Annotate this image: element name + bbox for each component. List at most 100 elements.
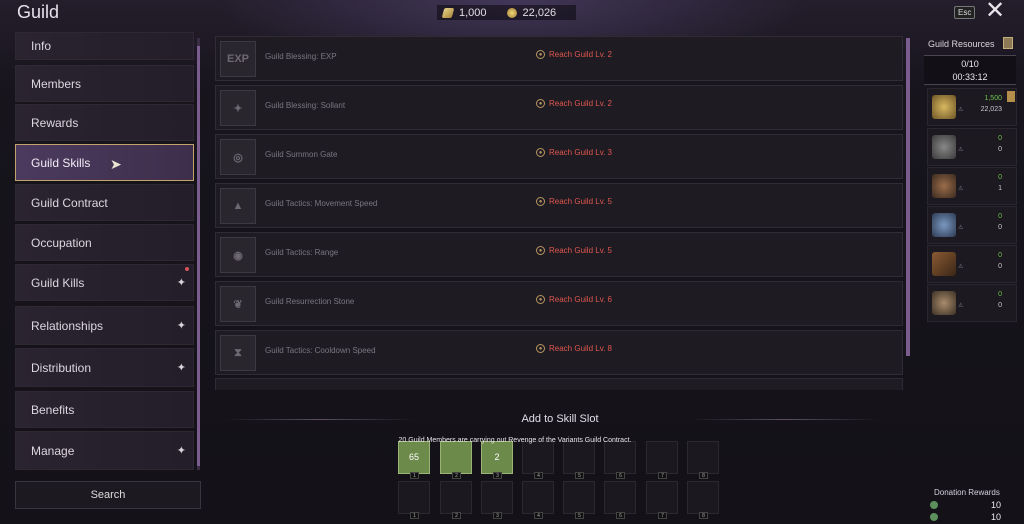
resource-item-coin[interactable]: ⚠ 1,500 22,023 (927, 88, 1017, 126)
guild-contract-notice: 20 Guild Members are carrying out Reveng… (398, 437, 632, 444)
slot-number: 2 (452, 512, 461, 519)
resource-item-2[interactable]: ⚠ 0 0 (927, 128, 1017, 166)
gold-coin-icon (932, 95, 956, 119)
lock-icon: ● (536, 50, 545, 59)
skill-row-cooldown-speed[interactable]: ⧗ Guild Tactics: Cooldown Speed ● Reach G… (215, 330, 903, 375)
sidebar-item-guild-contract[interactable]: Guild Contract (15, 184, 194, 221)
slot-number: 1 (410, 472, 419, 479)
skill-slot-8[interactable]: 8 (687, 441, 719, 479)
pin-icon: ⚠ (958, 303, 964, 309)
skill-slot-2-6[interactable]: 6 (604, 481, 636, 519)
sidebar-item-label: Rewards (31, 115, 79, 130)
skill-requirement: ● Reach Guild Lv. 8 (536, 344, 612, 353)
resource-item-3[interactable]: ⚠ 0 1 (927, 167, 1017, 205)
skill-slot-4[interactable]: 4 (522, 441, 554, 479)
resource-info-icon[interactable] (1003, 37, 1013, 49)
skill-slot-3[interactable]: 23 (481, 441, 513, 479)
lock-icon: ● (536, 99, 545, 108)
skill-name: Guild Tactics: Cooldown Speed (265, 346, 376, 355)
crystal-material-icon (932, 213, 956, 237)
skill-row-movement-speed[interactable]: ▲ Guild Tactics: Movement Speed ● Reach G… (215, 183, 903, 228)
resource-owned: 0 (998, 302, 1002, 309)
sidebar-item-relationships[interactable]: Relationships ✦ (15, 306, 194, 345)
reward-icon (930, 501, 938, 509)
sidebar-item-members[interactable]: Members (15, 65, 194, 102)
skill-requirement: ● Reach Guild Lv. 6 (536, 295, 612, 304)
skill-slot-5[interactable]: 5 (563, 441, 595, 479)
slot-number: 6 (616, 512, 625, 519)
slot-number: 5 (575, 512, 584, 519)
resource-owned: 0 (998, 224, 1002, 231)
sidebar-item-guild-kills[interactable]: Guild Kills ✦ (15, 264, 194, 301)
skill-row-range[interactable]: ◉ Guild Tactics: Range ● Reach Guild Lv. … (215, 232, 903, 277)
sidebar-item-label: Info (31, 39, 52, 53)
sidebar-item-info[interactable]: Info (15, 32, 194, 60)
pin-icon: ⚠ (958, 225, 964, 231)
slot-number: 7 (658, 512, 667, 519)
skill-slot-2-2[interactable]: 2 (440, 481, 472, 519)
sidebar-item-label: Benefits (31, 402, 75, 417)
resource-item-4[interactable]: ⚠ 0 0 (927, 206, 1017, 244)
skill-slot-2-1[interactable]: 1 (398, 481, 430, 519)
sidebar-item-distribution[interactable]: Distribution ✦ (15, 348, 194, 387)
skill-slot-1[interactable]: 65 1 (398, 441, 430, 479)
lock-icon: ● (536, 246, 545, 255)
resource-item-6[interactable]: ⚠ 0 0 (927, 284, 1017, 322)
skill-requirement: ● Reach Guild Lv. 3 (536, 148, 612, 157)
sidebar-item-rewards[interactable]: Rewards (15, 104, 194, 141)
requirement-text: Reach Guild Lv. 5 (549, 246, 612, 255)
lock-icon: ● (536, 295, 545, 304)
slot-number: 4 (534, 472, 543, 479)
resource-owned: 1 (998, 185, 1002, 192)
slot-number: 8 (699, 512, 708, 519)
sidebar-item-manage[interactable]: Manage ✦ (15, 431, 194, 470)
resource-donated: 0 (998, 174, 1002, 181)
guild-resources-title: Guild Resources (928, 39, 995, 49)
skill-row-resurrection-stone[interactable]: ❦ Guild Resurrection Stone ● Reach Guild … (215, 281, 903, 326)
skill-slot-2-8[interactable]: 8 (687, 481, 719, 519)
hourglass-icon: ⧗ (220, 335, 256, 371)
sidebar-item-occupation[interactable]: Occupation (15, 224, 194, 261)
skill-row-guild-blessing-sollant[interactable]: ✦ Guild Blessing: Sollant ● Reach Guild L… (215, 85, 903, 130)
donation-reward-row: 10 (927, 512, 1017, 524)
sidebar-scrollbar-thumb[interactable] (197, 46, 200, 466)
gold-coin-icon (506, 7, 517, 18)
skill-slot-2-5[interactable]: 5 (563, 481, 595, 519)
search-button[interactable]: Search (15, 481, 201, 509)
gem-currency-icon (441, 7, 455, 18)
requirement-text: Reach Guild Lv. 6 (549, 295, 612, 304)
sidebar-item-label: Relationships (31, 318, 104, 333)
skill-slot-2-7[interactable]: 7 (646, 481, 678, 519)
skill-row-guild-blessing-exp[interactable]: EXP Guild Blessing: EXP ● Reach Guild Lv.… (215, 36, 903, 81)
resource-donated: 0 (998, 135, 1002, 142)
skill-slot-7[interactable]: 7 (646, 441, 678, 479)
resource-donated: 0 (998, 252, 1002, 259)
skill-slot-2-3[interactable]: 3 (481, 481, 513, 519)
currency-bar: 1,000 22,026 (437, 5, 577, 20)
sidebar-item-benefits[interactable]: Benefits (15, 391, 194, 428)
skill-slot-title: Add to Skill Slot (521, 413, 599, 425)
page-title: Guild (17, 2, 60, 22)
skill-name: Guild Tactics: Range (265, 248, 339, 257)
skill-list-scrollbar[interactable] (906, 38, 910, 356)
donation-reward-value: 10 (990, 500, 1001, 510)
donation-reward-row: 10 (927, 500, 1017, 512)
gem-currency-value: 1,000 (459, 6, 487, 19)
skill-requirement: ● Reach Guild Lv. 5 (536, 246, 612, 255)
close-icon[interactable]: ✕ (984, 0, 1006, 23)
esc-key-hint[interactable]: Esc (954, 6, 976, 19)
skill-slot-6[interactable]: 6 (604, 441, 636, 479)
resource-item-5[interactable]: ⚠ 0 0 (927, 245, 1017, 283)
skill-row-guild-summon-gate[interactable]: ◎ Guild Summon Gate ● Reach Guild Lv. 3 (215, 134, 903, 179)
slot-number: 2 (452, 472, 461, 479)
sidebar-item-guild-skills[interactable]: Guild Skills (15, 144, 194, 181)
mouse-cursor-icon: ➤ (110, 156, 122, 172)
summon-gate-icon: ◎ (220, 139, 256, 175)
slot-number: 3 (493, 472, 502, 479)
expand-chevron-icon: ✦ (176, 276, 186, 289)
expand-chevron-icon: ✦ (176, 444, 186, 457)
skill-slot-2-4[interactable]: 4 (522, 481, 554, 519)
slot-count: 2 (494, 452, 500, 462)
skill-slot-2[interactable]: 2 (440, 441, 472, 479)
stone-material-icon (932, 135, 956, 159)
